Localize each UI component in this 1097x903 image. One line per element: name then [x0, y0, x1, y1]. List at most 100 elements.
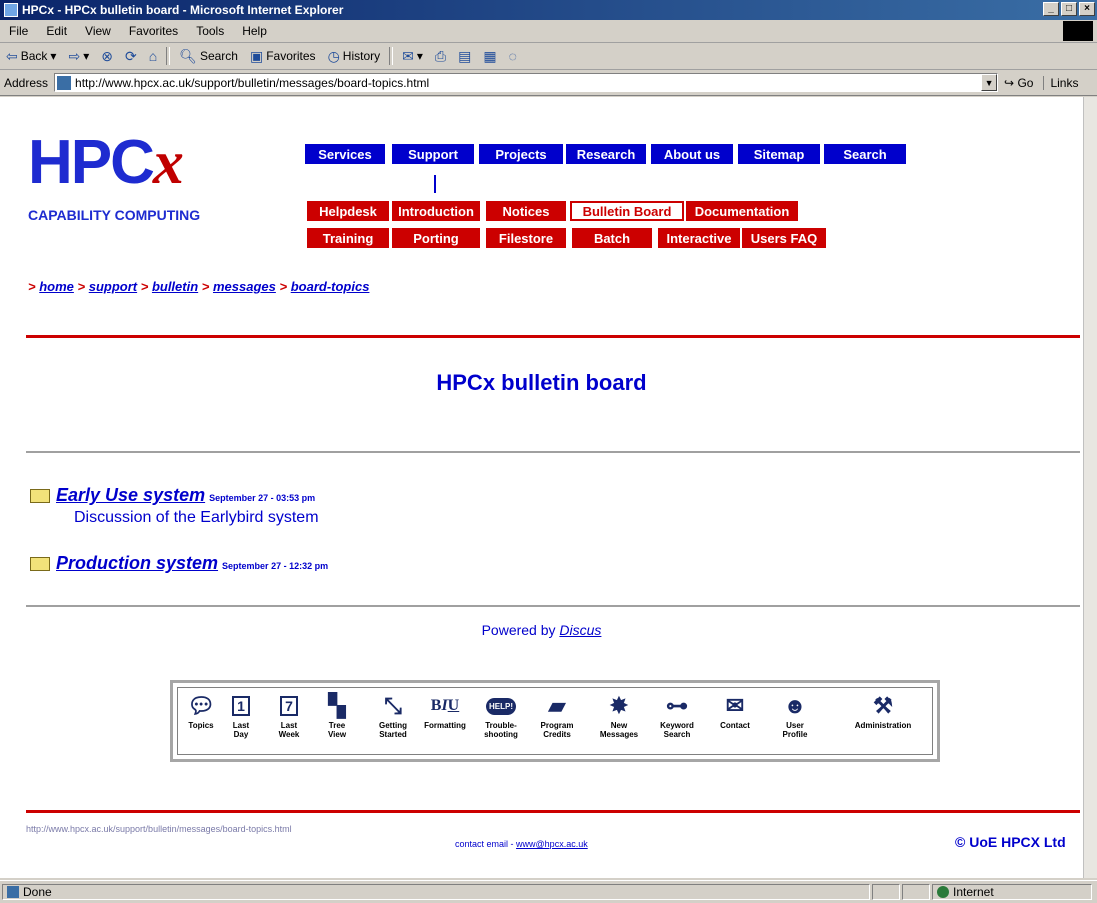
footer-url: http://www.hpcx.ac.uk/support/bulletin/m…: [26, 824, 292, 834]
topic-item: Early Use system September 27 - 03:53 pm: [56, 485, 315, 506]
topic-link[interactable]: Early Use system: [56, 485, 205, 505]
go-arrow-icon: ↪: [1004, 75, 1015, 90]
nav-services[interactable]: Services: [305, 144, 385, 164]
formatting-button[interactable]: B I U Formatting: [417, 691, 473, 730]
chevron-down-icon: ▾: [50, 49, 57, 63]
page-viewport: HPCx CAPABILITY COMPUTING Services Suppo…: [0, 97, 1083, 878]
status-bar: Done Internet: [0, 880, 1097, 903]
nav-search[interactable]: Search: [824, 144, 906, 164]
nav-sitemap[interactable]: Sitemap: [738, 144, 820, 164]
nav-about-us[interactable]: About us: [651, 144, 733, 164]
mail-icon: ✉: [402, 47, 414, 64]
go-button[interactable]: ↪ Go: [1004, 76, 1033, 90]
topic-date: September 27 - 03:53 pm: [209, 493, 316, 503]
nav-research[interactable]: Research: [566, 144, 646, 164]
favorites-icon: ▣: [249, 47, 264, 64]
nav-introduction[interactable]: Introduction: [392, 201, 480, 221]
nav-connector: [434, 175, 436, 193]
maximize-button[interactable]: □: [1061, 2, 1077, 16]
discuss-button[interactable]: ▦: [477, 48, 502, 65]
history-button[interactable]: ◷ History: [322, 48, 387, 65]
nav-bulletin-board[interactable]: Bulletin Board: [570, 201, 684, 221]
folder-icon: [30, 489, 50, 503]
nav-porting[interactable]: Porting: [392, 228, 480, 248]
menu-bar: File Edit View Favorites Tools Help: [0, 20, 1097, 43]
edit-icon: ▤: [458, 47, 472, 64]
program-credits-button[interactable]: ▰ Program Credits: [529, 691, 585, 739]
home-button[interactable]: ⌂: [143, 48, 163, 64]
administration-button[interactable]: ⚒ Administration: [843, 691, 923, 730]
page-title: HPCx bulletin board: [436, 370, 647, 395]
help-icon: HELP!: [486, 691, 516, 721]
status-text: Done: [23, 885, 52, 899]
browser-toolbar: ⇦ Back ▾ ⇨ ▾ ⊗ ⟳ ⌂ 🔍︎ Search ▣ Favorites ◷ His…: [0, 43, 1097, 70]
nav-batch[interactable]: Batch: [572, 228, 652, 248]
topic-link[interactable]: Production system: [56, 553, 218, 573]
keyword-search-button[interactable]: ⊶ Keyword Search: [649, 691, 705, 739]
close-button[interactable]: ×: [1079, 2, 1095, 16]
edit-button[interactable]: ▤: [452, 48, 477, 65]
back-button[interactable]: ⇦ Back ▾: [0, 48, 62, 65]
address-url: http://www.hpcx.ac.uk/support/bulletin/m…: [75, 75, 430, 90]
print-button[interactable]: ⎙: [429, 48, 452, 65]
footer-copyright: © UoE HPCX Ltd: [955, 834, 1066, 850]
nav-notices[interactable]: Notices: [486, 201, 566, 221]
menu-file[interactable]: File: [0, 24, 37, 38]
address-dropdown[interactable]: ▼: [981, 74, 998, 91]
refresh-button[interactable]: ⟳: [119, 48, 143, 65]
minimize-button[interactable]: _: [1043, 2, 1059, 16]
new-messages-button[interactable]: ✸ New Messages: [591, 691, 647, 739]
stop-button[interactable]: ⊗: [95, 48, 119, 65]
favorites-button[interactable]: ▣ Favorites: [244, 48, 322, 65]
logo-subtitle: CAPABILITY COMPUTING: [28, 207, 201, 223]
menu-favorites[interactable]: Favorites: [120, 24, 187, 38]
print-icon: ⎙: [434, 47, 447, 64]
nav-training[interactable]: Training: [307, 228, 389, 248]
breadcrumb-board-topics[interactable]: board-topics: [291, 279, 370, 294]
forward-button[interactable]: ⇨ ▾: [62, 48, 95, 65]
menu-help[interactable]: Help: [233, 24, 276, 38]
chevron-down-icon: ▾: [83, 49, 90, 63]
search-button[interactable]: 🔍︎ Search: [173, 48, 244, 65]
messenger-button[interactable]: ◌: [503, 48, 523, 64]
nav-filestore[interactable]: Filestore: [486, 228, 566, 248]
breadcrumb: > home > support > bulletin > messages >…: [28, 279, 370, 294]
divider-gray: [26, 451, 1080, 453]
links-button[interactable]: Links: [1043, 75, 1078, 90]
nav-support[interactable]: Support: [392, 144, 474, 164]
tree-icon: ▚: [328, 693, 346, 718]
nav-documentation[interactable]: Documentation: [686, 201, 798, 221]
menu-tools[interactable]: Tools: [187, 24, 233, 38]
menu-edit[interactable]: Edit: [37, 24, 76, 38]
menu-view[interactable]: View: [76, 24, 120, 38]
breadcrumb-support[interactable]: support: [89, 279, 137, 294]
mail-button[interactable]: ✉ ▾: [396, 48, 429, 65]
powered-by: Powered by Discus: [481, 622, 602, 638]
nav-interactive[interactable]: Interactive: [658, 228, 740, 248]
head-icon: ☻: [783, 693, 807, 718]
discus-link[interactable]: Discus: [559, 622, 601, 638]
contact-button[interactable]: ✉ Contact: [707, 691, 763, 730]
chevron-down-icon: ▾: [416, 49, 423, 63]
breadcrumb-messages[interactable]: messages: [213, 279, 276, 294]
address-input[interactable]: http://www.hpcx.ac.uk/support/bulletin/m…: [54, 73, 999, 92]
security-zone: Internet: [953, 885, 994, 899]
getting-started-button[interactable]: ⤡ Getting Started: [365, 691, 421, 739]
folder-icon: [30, 557, 50, 571]
troubleshooting-button[interactable]: HELP! Trouble-shooting: [473, 691, 529, 739]
tree-view-button[interactable]: ▚ Tree View: [309, 691, 365, 739]
breadcrumb-bulletin[interactable]: bulletin: [152, 279, 198, 294]
tools-icon: ⚒: [873, 693, 893, 718]
clapper-icon: ▰: [548, 693, 566, 718]
nav-users-faq[interactable]: Users FAQ: [742, 228, 826, 248]
page-icon: [57, 75, 72, 90]
vertical-scrollbar[interactable]: [1083, 97, 1097, 878]
breadcrumb-home[interactable]: home: [39, 279, 74, 294]
divider-red: [26, 810, 1080, 813]
nav-projects[interactable]: Projects: [479, 144, 563, 164]
address-label: Address: [4, 75, 49, 90]
nav-helpdesk[interactable]: Helpdesk: [307, 201, 389, 221]
user-profile-button[interactable]: ☻ User Profile: [767, 691, 823, 739]
contact-email-link[interactable]: www@hpcx.ac.uk: [516, 839, 588, 849]
envelope-icon: ✉: [725, 693, 745, 718]
